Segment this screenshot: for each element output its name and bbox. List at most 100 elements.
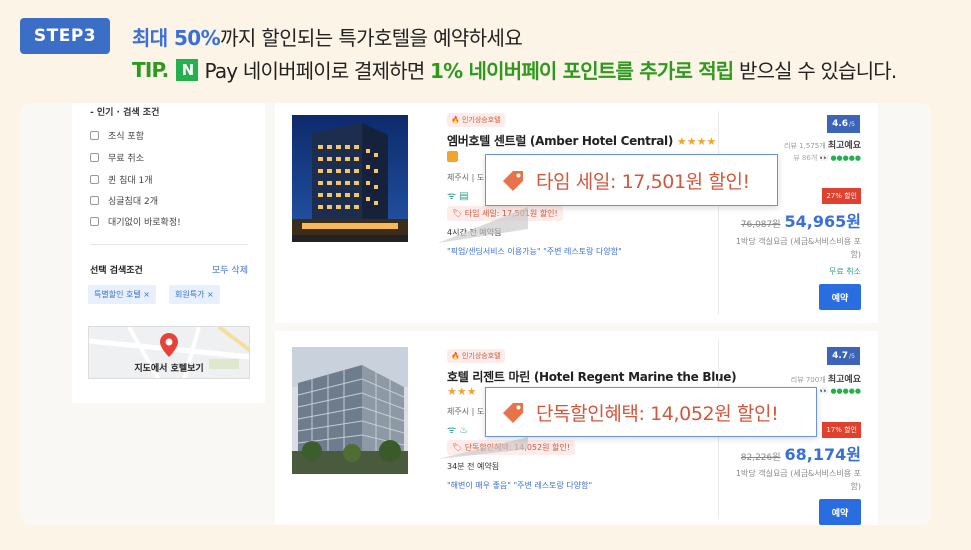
hotel-name[interactable]: 호텔 리젠트 마린 (Hotel Regent Marine the Blue) — [447, 368, 737, 385]
tip-line: TIP. N Pay 네이버페이로 결제하면 1% 네이버페이 포인트를 추가로… — [132, 55, 897, 84]
review-summary[interactable]: 리뷰 700개 최고예요 — [791, 372, 861, 385]
original-price: 82,226원 — [740, 453, 781, 463]
book-button[interactable]: 예약 — [819, 499, 861, 525]
review-summary[interactable]: 리뷰 1,575개 최고예요 — [784, 138, 861, 151]
filter-instant-confirm[interactable]: 대기없이 바로확정! — [90, 215, 181, 228]
rating-dots-icon: ●●●●● — [830, 154, 861, 162]
divider — [718, 111, 719, 315]
filter-label: 싱글침대 2개 — [108, 197, 158, 207]
filter-free-cancel[interactable]: 무료 취소 — [90, 151, 144, 164]
score-max: /5 — [849, 120, 855, 128]
price-row: 82,226원 68,174원 — [741, 441, 861, 465]
score-value: 4.6 — [832, 119, 849, 129]
score-badge: 4.7/5 — [827, 347, 860, 365]
badge-text: 인기상승호텔 — [461, 352, 501, 360]
hotel-photo[interactable] — [292, 115, 408, 242]
hotel-card[interactable]: 🔥 인기상승호텔 엠버호텔 센트럴 (Amber Hotel Central) … — [275, 103, 878, 323]
checkbox-icon[interactable] — [90, 153, 99, 162]
review-tags: "해변이 매우 좋음" "주변 레스토랑 다양함" — [447, 481, 593, 490]
discount-rate-badge: 27% 할인 — [822, 188, 861, 204]
hotel-location: 제주시 | 도 — [447, 173, 485, 182]
hotel-name-text[interactable]: 호텔 리젠트 마린 (Hotel Regent Marine the Blue) — [447, 370, 737, 384]
tripadvisor-rating: 👀 ●●●●● — [820, 387, 862, 395]
headline-text: 까지 할인되는 특가호텔을 예약하세요 — [220, 26, 523, 50]
filter-label: 조식 포함 — [108, 132, 144, 142]
hotel-location: 제주시 | 도 — [447, 407, 485, 416]
checkbox-icon[interactable] — [90, 217, 99, 226]
callout-text: 타임 세일: 17,501원 할인! — [536, 170, 750, 193]
star-rating-icon: ★★★ — [447, 385, 477, 398]
star-rating-icon: ★★★★ — [676, 135, 717, 148]
original-price: 76,087원 — [740, 220, 781, 230]
hotel-building-image — [292, 347, 408, 474]
tip-rest: 받으실 수 있습니다. — [738, 59, 897, 83]
score-badge: 4.6/5 — [827, 115, 860, 133]
tip-text: Pay 네이버페이로 결제하면 — [204, 59, 425, 83]
divider — [90, 244, 248, 245]
map-label: 지도에서 호텔보기 — [134, 364, 204, 374]
rating-dots-icon: ●●●●● — [830, 387, 861, 395]
fire-icon: 🔥 — [451, 116, 460, 124]
amenity-icons: ᯤ ♨ — [447, 425, 469, 436]
fire-icon: 🔥 — [451, 352, 460, 360]
filter-section-title: - 인기 · 검색 조건 — [90, 108, 160, 118]
callout-pointer — [438, 437, 528, 459]
tripadvisor-owl-icon: 👀 — [819, 154, 829, 162]
exclusive-discount-callout: 단독할인혜택: 14,052원 할인! — [485, 387, 817, 437]
amenity-icons: ᯤ ▤ — [447, 191, 469, 202]
price-tag-icon — [503, 171, 523, 191]
chip-special-discount[interactable]: 특별할인 호텔 × — [88, 285, 156, 304]
score-max: /5 — [849, 352, 855, 360]
headline-highlight: 최대 50% — [132, 26, 221, 50]
score-value: 4.7 — [832, 351, 849, 361]
per-night-note: 1박당 객실요금 (세금&서비스비용 포함) — [735, 237, 861, 259]
review-grade: 최고예요 — [827, 375, 861, 385]
callout-pointer — [438, 207, 528, 243]
free-cancel-label: 무료 취소 — [829, 267, 861, 276]
callout-text: 단독할인혜택: 14,052원 할인! — [536, 402, 779, 425]
filter-label: 대기없이 바로확정! — [108, 218, 181, 228]
screenshot-panel: - 인기 · 검색 조건 조식 포함 무료 취소 퀸 침대 1개 싱글침대 2개… — [20, 103, 931, 525]
selected-conditions-title: 선택 검색조건 — [90, 266, 143, 276]
map-view-button[interactable]: 지도에서 호텔보기 — [88, 326, 250, 379]
checkbox-icon[interactable] — [90, 175, 99, 184]
filter-queen-bed[interactable]: 퀸 침대 1개 — [90, 173, 153, 186]
recent-booking: 34분 전 예약됨 — [447, 462, 500, 471]
checkbox-icon[interactable] — [90, 131, 99, 140]
hotel-name-text[interactable]: 엠버호텔 센트럴 (Amber Hotel Central) — [447, 134, 673, 148]
filter-single-beds[interactable]: 싱글침대 2개 — [90, 194, 158, 207]
popular-hotel-badge: 🔥 인기상승호텔 — [447, 349, 505, 363]
map-pin-icon — [160, 333, 178, 357]
npay-logo-icon: N — [176, 58, 199, 81]
filter-sidebar: - 인기 · 검색 조건 조식 포함 무료 취소 퀸 침대 1개 싱글침대 2개… — [72, 103, 265, 403]
trip-review-count: 뷰 86개 — [793, 154, 818, 162]
hotel-name[interactable]: 엠버호텔 센트럴 (Amber Hotel Central) ★★★★ — [447, 132, 716, 149]
book-button[interactable]: 예약 — [819, 284, 861, 310]
per-night-note: 1박당 객실요금 (세금&서비스비용 포함) — [735, 469, 861, 491]
price-row: 76,087원 54,965원 — [741, 208, 861, 232]
time-sale-callout: 타임 세일: 17,501원 할인! — [485, 154, 778, 206]
award-icon — [447, 151, 458, 162]
step-badge: STEP3 — [20, 18, 110, 54]
hotel-building-image — [292, 115, 408, 242]
review-count: 리뷰 700개 — [790, 376, 826, 384]
filter-label: 퀸 침대 1개 — [108, 176, 153, 186]
review-count: 리뷰 1,575개 — [784, 142, 826, 150]
popular-hotel-badge: 🔥 인기상승호텔 — [447, 113, 505, 127]
clear-all-link[interactable]: 모두 삭제 — [212, 263, 248, 276]
checkbox-icon[interactable] — [90, 196, 99, 205]
tip-label: TIP. — [132, 57, 169, 82]
sale-price: 68,174원 — [784, 445, 861, 464]
tripadvisor-rating: 뷰 86개 👀 ●●●●● — [793, 153, 861, 163]
tip-highlight: 1% 네이버페이 포인트를 추가로 적립 — [430, 59, 734, 83]
discount-rate-badge: 17% 할인 — [822, 422, 861, 438]
badge-text: 인기상승호텔 — [461, 116, 501, 124]
sale-price: 54,965원 — [784, 212, 861, 231]
tripadvisor-owl-icon: 👀 — [819, 387, 829, 395]
price-tag-icon — [503, 403, 523, 423]
filter-breakfast[interactable]: 조식 포함 — [90, 129, 144, 142]
hotel-photo[interactable] — [292, 347, 408, 474]
chip-member-price[interactable]: 회원특가 × — [169, 285, 220, 304]
review-grade: 최고예요 — [827, 141, 861, 151]
headline: 최대 50%까지 할인되는 특가호텔을 예약하세요 — [132, 22, 523, 51]
